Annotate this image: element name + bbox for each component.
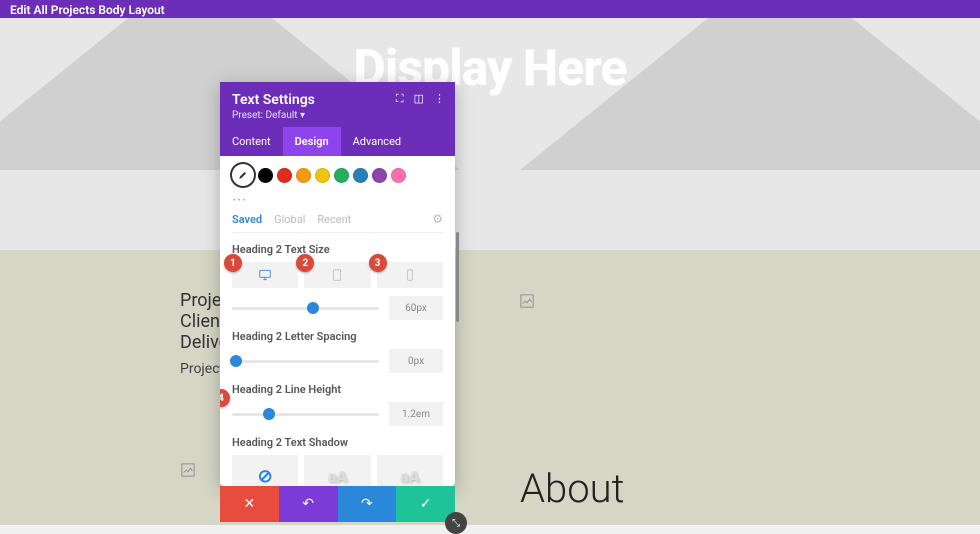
text-shadow-label: Heading 2 Text Shadow — [232, 436, 443, 449]
subtab-recent[interactable]: Recent — [317, 213, 351, 226]
text-shadow-options: ⊘ aA aA — [232, 455, 443, 486]
slider-thumb[interactable] — [263, 408, 275, 420]
panel-body: ⋯ Saved Global Recent ⚙ Heading 2 Text S… — [220, 156, 455, 486]
shadow-option-2[interactable]: aA — [377, 455, 443, 486]
slider-track[interactable] — [232, 413, 379, 416]
broken-image-icon — [520, 294, 534, 308]
tab-content[interactable]: Content — [220, 127, 283, 156]
panel-tabs: Content Design Advanced — [220, 127, 455, 156]
resize-handle[interactable]: ⤡ — [445, 512, 467, 534]
swatch-pink[interactable] — [391, 168, 406, 183]
annotation-badge-3: 3 — [369, 254, 387, 272]
swatch-orange[interactable] — [296, 168, 311, 183]
line-height-value[interactable]: 1.2em — [389, 402, 443, 426]
text-size-slider: 60px — [232, 296, 443, 320]
annotation-badge-1: 1 — [224, 254, 242, 272]
slider-thumb[interactable] — [230, 355, 242, 367]
panel-header[interactable]: Text Settings Preset: Default ▾ ⛶ ◫ ⋮ — [220, 82, 455, 127]
swatch-green[interactable] — [334, 168, 349, 183]
tab-advanced[interactable]: Advanced — [341, 127, 413, 156]
line-height-label-text: Heading 2 Line Height — [232, 383, 341, 396]
undo-button[interactable]: ↶ — [279, 486, 338, 522]
gear-icon[interactable]: ⚙ — [432, 212, 443, 226]
letter-spacing-label: Heading 2 Letter Spacing — [232, 330, 443, 343]
letter-spacing-value[interactable]: 0px — [389, 349, 443, 373]
swatch-red[interactable] — [277, 168, 292, 183]
subtab-global[interactable]: Global — [274, 213, 305, 226]
panel-preset[interactable]: Preset: Default ▾ — [232, 110, 443, 121]
swatch-yellow[interactable] — [315, 168, 330, 183]
tab-design[interactable]: Design — [283, 127, 341, 156]
close-button[interactable]: ✕ — [220, 486, 279, 522]
broken-image-icon — [181, 463, 195, 477]
eyedropper-icon[interactable] — [232, 164, 254, 186]
subtab-saved[interactable]: Saved — [232, 213, 262, 226]
shadow-none[interactable]: ⊘ — [232, 455, 298, 486]
line-height-slider: 1.2em — [232, 402, 443, 426]
hero-title: Display Here — [0, 40, 980, 98]
color-subtabs: Saved Global Recent ⚙ — [232, 212, 443, 233]
slider-track[interactable] — [232, 307, 379, 310]
color-swatches — [232, 164, 443, 186]
shadow-option-1[interactable]: aA — [304, 455, 370, 486]
slider-thumb[interactable] — [307, 302, 319, 314]
device-tablet[interactable]: 2 — [304, 262, 370, 288]
line-height-label: 4 Heading 2 Line Height — [232, 383, 443, 396]
text-size-label: Heading 2 Text Size — [232, 243, 443, 256]
slider-track[interactable] — [232, 360, 379, 363]
top-bar-title: Edit All Projects Body Layout — [10, 3, 165, 17]
panel-footer: ✕ ↶ ↷ ✓ — [220, 486, 455, 522]
swatch-blue[interactable] — [353, 168, 368, 183]
device-desktop[interactable]: 1 — [232, 262, 298, 288]
annotation-badge-2: 2 — [296, 254, 314, 272]
page-background: Display Here Projec Client Delive Projec… — [0, 0, 980, 525]
letter-spacing-slider: 0px — [232, 349, 443, 373]
kebab-icon[interactable]: ⋮ — [434, 92, 445, 106]
panel-scrollbar[interactable] — [456, 232, 459, 322]
swatch-black[interactable] — [258, 168, 273, 183]
device-selector: 1 2 3 — [232, 262, 443, 288]
top-bar: Edit All Projects Body Layout — [0, 0, 980, 18]
device-phone[interactable]: 3 — [377, 262, 443, 288]
text-size-value[interactable]: 60px — [389, 296, 443, 320]
about-heading: About — [520, 465, 624, 512]
hero-band — [0, 0, 980, 250]
annotation-badge-4: 4 — [220, 389, 230, 407]
text-settings-panel: Text Settings Preset: Default ▾ ⛶ ◫ ⋮ Co… — [220, 82, 455, 486]
swatch-purple[interactable] — [372, 168, 387, 183]
columns-icon[interactable]: ◫ — [414, 92, 424, 106]
expand-icon[interactable]: ⛶ — [396, 92, 404, 106]
redo-button[interactable]: ↷ — [338, 486, 397, 522]
more-options[interactable]: ⋯ — [232, 192, 443, 208]
